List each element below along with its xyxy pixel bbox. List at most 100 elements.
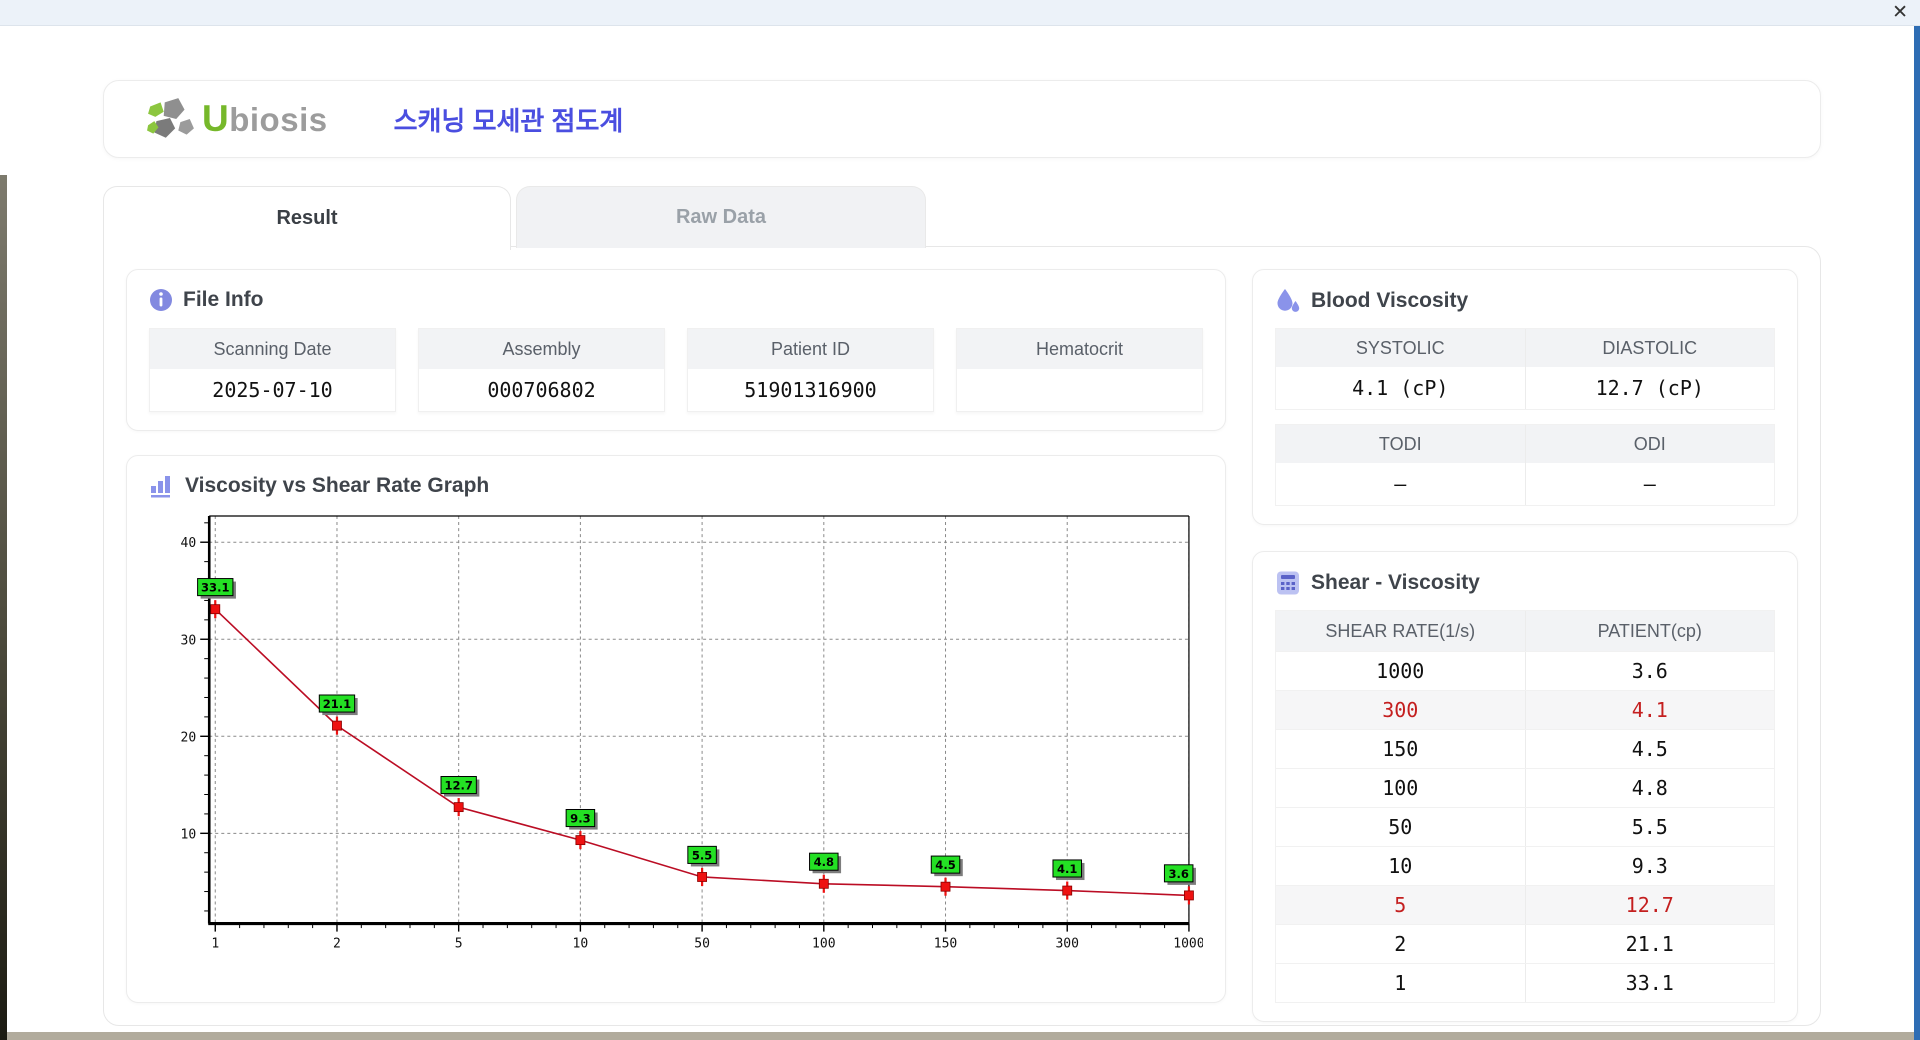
svg-text:5: 5 [455,937,463,952]
blood-viscosity-header-cell: TODI [1276,425,1525,463]
blood-viscosity-header-cell: DIASTOLIC [1524,329,1774,367]
shear-table-row: 1 33.1 [1276,963,1774,1002]
svg-text:100: 100 [812,937,836,952]
blood-viscosity-value-cell: 4.1 (cP) [1352,376,1449,400]
shear-viscosity-title: Shear - Viscosity [1311,571,1480,594]
shear-table-row: 5 12.7 [1276,885,1774,924]
blood-viscosity-value-cell: – [1394,472,1407,496]
file-info-field-label: Hematocrit [957,329,1202,369]
svg-text:21.1: 21.1 [323,697,351,711]
blood-viscosity-header-row: TODI ODI [1276,425,1774,463]
blood-viscosity-value-row: 4.1 (cP) 12.7 (cP) [1276,367,1774,409]
svg-text:50: 50 [694,937,710,952]
svg-text:2: 2 [333,937,341,952]
patient-viscosity-cell: 33.1 [1524,964,1775,1002]
file-info-title-row: File Info [149,288,1203,312]
patient-viscosity-cell: 3.6 [1524,652,1775,690]
blood-viscosity-header-cell: ODI [1524,425,1774,463]
grid-table-icon [1277,571,1299,595]
patient-viscosity-cell: 9.3 [1524,847,1775,885]
svg-text:10: 10 [180,827,196,842]
viscosity-shear-chart: 1 2 5 10 50 100 150 300 1000 10 20 30 40 33.1 21.1 12.7… [149,510,1203,962]
shear-table-row: 1000 3.6 [1276,651,1774,690]
file-info-field-value [957,369,1202,411]
shear-rate-cell: 5 [1394,893,1407,917]
svg-text:4.5: 4.5 [935,858,955,872]
blood-viscosity-row-group: TODI ODI – – [1275,424,1775,506]
blood-viscosity-header-row: SYSTOLIC DIASTOLIC [1276,329,1774,367]
right-column: Blood Viscosity SYSTOLIC DIASTOLIC 4.1 (cP… [1252,269,1798,1022]
left-column: File Info Scanning Date 2025-07-10 Assembl… [126,269,1226,1003]
patient-viscosity-cell: 4.1 [1524,691,1775,729]
logo-text: Ubiosis [202,98,328,140]
blood-viscosity-title-row: Blood Viscosity [1275,288,1775,314]
svg-text:10: 10 [573,937,589,952]
tab-raw-data[interactable]: Raw Data [516,186,926,248]
file-info-field: Scanning Date 2025-07-10 [149,328,396,412]
tab-result[interactable]: Result [103,186,511,250]
shear-rate-cell: 1 [1394,971,1407,995]
app-header: Ubiosis 스캐닝 모세관 점도계 [103,80,1821,158]
file-info-field: Patient ID 51901316900 [687,328,934,412]
result-panel: File Info Scanning Date 2025-07-10 Assembl… [103,246,1821,1026]
shear-table-row: 10 9.3 [1276,846,1774,885]
shear-viscosity-title-row: Shear - Viscosity [1275,570,1775,596]
file-info-field-label: Patient ID [688,329,933,369]
droplets-icon [1277,289,1300,312]
file-info-field-value: 51901316900 [744,378,877,402]
patient-viscosity-cell: 5.5 [1524,808,1775,846]
svg-text:33.1: 33.1 [201,581,229,595]
file-info-fields: Scanning Date 2025-07-10 Assembly 000706802… [149,328,1203,412]
svg-text:40: 40 [180,536,196,551]
svg-text:300: 300 [1055,937,1079,952]
svg-text:5.5: 5.5 [692,848,712,862]
shear-table-header-cell: PATIENT(cp) [1524,611,1775,651]
svg-text:150: 150 [934,937,958,952]
svg-text:4.8: 4.8 [814,855,834,869]
file-info-field-value: 2025-07-10 [212,378,333,402]
blood-viscosity-title: Blood Viscosity [1311,289,1469,312]
shear-rate-cell: 50 [1388,815,1413,839]
blood-viscosity-card: Blood Viscosity SYSTOLIC DIASTOLIC 4.1 (cP… [1252,269,1798,525]
background-window-edge-left [0,175,7,1040]
svg-text:4.1: 4.1 [1057,862,1077,876]
info-icon [150,289,172,311]
viscosity-chart-svg: 1 2 5 10 50 100 150 300 1000 10 20 30 40 33.1 21.1 12.7… [180,515,1203,952]
file-info-field: Hematocrit [956,328,1203,412]
shear-rate-cell: 300 [1382,698,1419,722]
file-info-card: File Info Scanning Date 2025-07-10 Assembl… [126,269,1226,431]
svg-text:3.6: 3.6 [1168,867,1188,881]
close-icon[interactable]: ✕ [1892,2,1908,24]
shear-table-row: 150 4.5 [1276,729,1774,768]
patient-viscosity-cell: 12.7 [1524,886,1775,924]
app-title-korean: 스캐닝 모세관 점도계 [393,105,624,136]
shear-viscosity-card: Shear - Viscosity SHEAR RATE(1/s) PATIENT… [1252,551,1798,1022]
svg-text:1000: 1000 [1173,937,1203,952]
tab-bar: Result Raw Data [103,186,926,250]
patient-viscosity-cell: 21.1 [1524,925,1775,963]
shear-table-row: 2 21.1 [1276,924,1774,963]
logo-text-rest: biosis [229,101,328,138]
patient-viscosity-cell: 4.5 [1524,730,1775,768]
logo-letter-u: U [202,98,230,139]
background-window-edge-bottom [0,1032,1920,1040]
bar-chart-icon [151,476,170,498]
shear-table-header-row: SHEAR RATE(1/s) PATIENT(cp) [1276,611,1774,651]
file-info-field-value: 000706802 [487,378,596,402]
patient-viscosity-cell: 4.8 [1524,769,1775,807]
svg-text:1: 1 [211,937,219,952]
ubiosis-logo: Ubiosis [146,95,328,143]
ubiosis-logo-icon [147,98,194,138]
blood-viscosity-table: SYSTOLIC DIASTOLIC 4.1 (cP) 12.7 (cP) TODI OD… [1275,328,1775,506]
file-info-field-label: Assembly [419,329,664,369]
graph-card: Viscosity vs Shear Rate Graph 1 2 5 10 50 100… [126,455,1226,1003]
file-info-field-label: Scanning Date [150,329,395,369]
graph-title: Viscosity vs Shear Rate Graph [185,474,490,497]
blood-viscosity-row-group: SYSTOLIC DIASTOLIC 4.1 (cP) 12.7 (cP) [1275,328,1775,410]
shear-rate-cell: 100 [1382,776,1419,800]
svg-text:20: 20 [180,730,196,745]
svg-text:30: 30 [180,633,196,648]
shear-viscosity-table: SHEAR RATE(1/s) PATIENT(cp) 1000 3.6 300 4.1 1… [1275,610,1775,1003]
file-info-field: Assembly 000706802 [418,328,665,412]
blood-viscosity-value-cell: – [1524,463,1775,505]
